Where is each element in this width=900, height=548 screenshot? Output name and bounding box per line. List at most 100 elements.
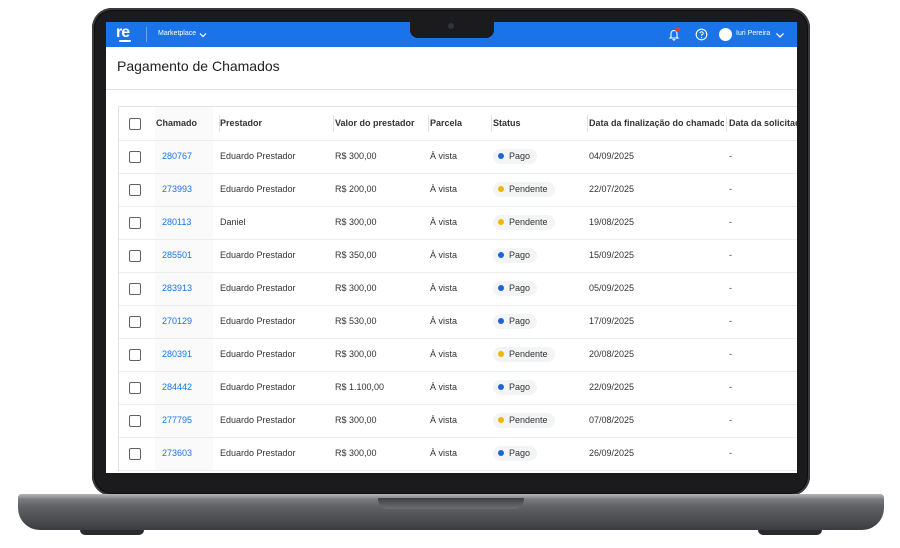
- prestador-cell: Eduardo Prestador: [220, 448, 296, 458]
- table-row[interactable]: 284442 Eduardo Prestador R$ 1.100,00 À vist…: [119, 371, 797, 405]
- laptop-hinge: [378, 498, 524, 509]
- row-select-cell: [119, 404, 155, 437]
- user-name[interactable]: Iuri Pereira: [736, 30, 770, 37]
- row-checkbox[interactable]: [129, 184, 141, 196]
- row-checkbox[interactable]: [129, 283, 141, 295]
- chamado-link[interactable]: 280113: [156, 217, 191, 227]
- row-checkbox[interactable]: [129, 316, 141, 328]
- status-badge: Pago: [493, 281, 538, 296]
- status-badge: Pendente: [493, 347, 555, 362]
- status-dot-icon: [498, 218, 504, 225]
- column-divider: [587, 115, 588, 132]
- help-icon[interactable]: [695, 28, 708, 46]
- chamado-cell: 273603: [156, 437, 214, 470]
- camera: [448, 23, 454, 29]
- status-label: Pago: [509, 382, 531, 392]
- column-header-status[interactable]: Status: [493, 107, 585, 140]
- chamado-link[interactable]: 273993: [156, 184, 192, 194]
- table-row[interactable]: 277795 Eduardo Prestador R$ 300,00 À vista P…: [119, 404, 797, 438]
- parcela-cell: À vista: [430, 250, 458, 260]
- parcela-cell: À vista: [430, 382, 458, 392]
- avatar[interactable]: [719, 28, 732, 41]
- column-header-prestador[interactable]: Prestador: [220, 107, 328, 140]
- chamado-cell: 277795: [156, 404, 214, 437]
- table-row[interactable]: 273993 Eduardo Prestador R$ 200,00 À vista P…: [119, 173, 797, 207]
- chamado-link[interactable]: 273603: [156, 448, 192, 458]
- status-dot-icon: [498, 383, 504, 390]
- data-solicitacao-cell: -: [729, 415, 732, 425]
- status-badge: Pago: [493, 314, 538, 329]
- chamado-link[interactable]: 283913: [156, 283, 192, 293]
- select-all-checkbox[interactable]: [129, 118, 141, 130]
- status-dot-icon: [498, 350, 504, 357]
- column-header-valor[interactable]: Valor do prestador: [335, 107, 427, 140]
- chamado-link[interactable]: 280767: [156, 151, 192, 161]
- screen: re Marketplace Iuri Pereira Pagamento de…: [106, 22, 797, 473]
- table-row[interactable]: 270129 Eduardo Prestador R$ 530,00 À vista P…: [119, 305, 797, 339]
- row-checkbox[interactable]: [129, 217, 141, 229]
- status-label: Pago: [509, 316, 531, 326]
- row-checkbox[interactable]: [129, 415, 141, 427]
- data-solicitacao-cell: -: [729, 349, 732, 359]
- data-finalizacao-cell: 07/08/2025: [589, 415, 635, 425]
- row-checkbox[interactable]: [129, 250, 141, 262]
- row-checkbox[interactable]: [129, 349, 141, 361]
- status-dot-icon: [498, 449, 504, 456]
- title-divider: [106, 89, 797, 90]
- chamado-cell: 273993: [156, 173, 214, 206]
- column-divider: [333, 115, 334, 132]
- table-row[interactable]: 283913 Eduardo Prestador R$ 300,00 À vista P…: [119, 272, 797, 306]
- parcela-cell: À vista: [430, 448, 458, 458]
- table-row[interactable]: 280391 Eduardo Prestador R$ 300,00 À vista P…: [119, 338, 797, 372]
- column-divider: [726, 115, 727, 132]
- data-solicitacao-cell: -: [729, 316, 732, 326]
- status-dot-icon: [498, 251, 504, 258]
- prestador-cell: Eduardo Prestador: [220, 349, 296, 359]
- row-checkbox[interactable]: [129, 382, 141, 394]
- row-select-cell: [119, 206, 155, 239]
- chamado-link[interactable]: 284442: [156, 382, 192, 392]
- table-row[interactable]: 280767 Eduardo Prestador R$ 300,00 À vista P…: [119, 140, 797, 174]
- column-header-data-finalizacao[interactable]: Data da finalização do chamado: [589, 107, 724, 140]
- chevron-down-icon[interactable]: [774, 28, 786, 46]
- row-select-cell: [119, 305, 155, 338]
- column-header-chamado[interactable]: Chamado: [156, 107, 214, 140]
- valor-cell: R$ 300,00: [335, 448, 377, 458]
- data-finalizacao-cell: 15/09/2025: [589, 250, 635, 260]
- app-switcher-label[interactable]: Marketplace: [158, 30, 196, 37]
- top-bar-divider: [146, 27, 147, 42]
- data-solicitacao-cell: -: [729, 184, 732, 194]
- chamado-cell: 284442: [156, 371, 214, 404]
- chamado-link[interactable]: 277795: [156, 415, 192, 425]
- row-checkbox[interactable]: [129, 151, 141, 163]
- valor-cell: R$ 300,00: [335, 349, 377, 359]
- chamado-link[interactable]: 270129: [156, 316, 192, 326]
- chamado-link[interactable]: 285501: [156, 250, 192, 260]
- status-cell: Pendente: [493, 173, 585, 206]
- table-row[interactable]: 280113 Daniel R$ 300,00 À vista Pendente 19/0…: [119, 206, 797, 240]
- status-dot-icon: [498, 416, 504, 423]
- table-row[interactable]: 273603 Eduardo Prestador R$ 300,00 À vista P…: [119, 437, 797, 471]
- row-checkbox[interactable]: [129, 448, 141, 460]
- chamado-cell: 270129: [156, 305, 214, 338]
- status-cell: Pendente: [493, 206, 585, 239]
- logo-underline: [119, 40, 131, 42]
- status-label: Pago: [509, 283, 531, 293]
- chevron-down-icon[interactable]: [198, 28, 208, 46]
- prestador-cell: Eduardo Prestador: [220, 250, 296, 260]
- data-solicitacao-cell: -: [729, 151, 732, 161]
- chamado-cell: 280391: [156, 338, 214, 371]
- prestador-cell: Eduardo Prestador: [220, 382, 296, 392]
- column-header-data-solicitacao[interactable]: Data da solicitação: [729, 107, 797, 140]
- row-select-cell: [119, 437, 155, 470]
- table-header-row: Chamado Prestador Valor do prestador Par…: [119, 107, 797, 141]
- status-badge: Pago: [493, 149, 538, 164]
- column-header-parcela[interactable]: Parcela: [430, 107, 490, 140]
- select-all-cell: [119, 107, 155, 140]
- table-row[interactable]: 285501 Eduardo Prestador R$ 350,00 À vista P…: [119, 239, 797, 273]
- prestador-cell: Eduardo Prestador: [220, 415, 296, 425]
- chamado-link[interactable]: 280391: [156, 349, 192, 359]
- valor-cell: R$ 300,00: [335, 217, 377, 227]
- data-finalizacao-cell: 20/08/2025: [589, 349, 635, 359]
- data-solicitacao-cell: -: [729, 217, 732, 227]
